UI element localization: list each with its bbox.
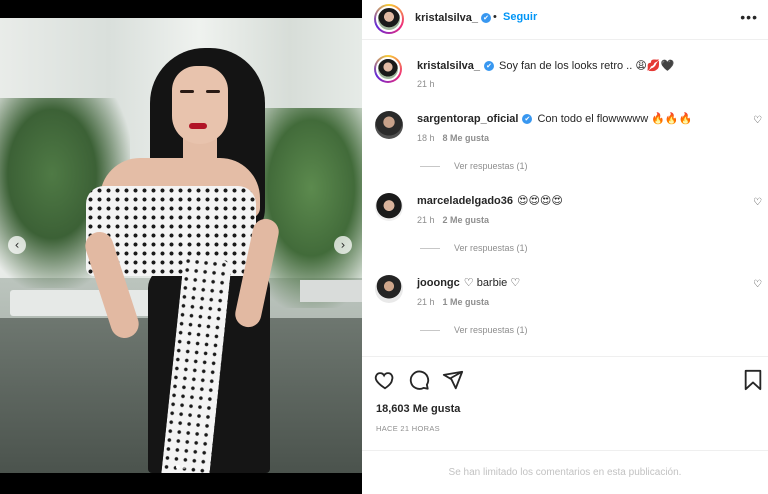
view-replies-button[interactable]: Ver respuestas (1) (420, 161, 528, 171)
author-username-text[interactable]: kristalsilva_ (415, 12, 478, 24)
view-replies-label[interactable]: Ver respuestas (1) (454, 325, 528, 335)
comment-text: Con todo el flowwwww 🔥🔥🔥 (537, 113, 693, 125)
comment-time: 21 h (417, 297, 435, 307)
post-media: ‹ › (0, 0, 362, 494)
comment-text: ♡ barbie ♡ (463, 277, 521, 289)
comment-likes[interactable]: 8 Me gusta (443, 133, 490, 143)
view-replies-button[interactable]: Ver respuestas (1) (420, 325, 528, 335)
heart-icon[interactable] (374, 369, 396, 391)
comment-avatar[interactable] (375, 275, 403, 303)
caption-text: Soy fan de los looks retro .. (499, 60, 633, 72)
view-replies-label[interactable]: Ver respuestas (1) (454, 243, 528, 253)
author-username[interactable]: kristalsilva_ ✔ (415, 12, 491, 24)
post-photo[interactable] (0, 18, 362, 473)
separator-dot: • (493, 11, 497, 23)
bookmark-icon[interactable] (742, 369, 764, 391)
replies-line (420, 248, 440, 250)
comment-meta: 21 h 1 Me gusta (417, 297, 489, 307)
view-replies-button[interactable]: Ver respuestas (1) (420, 243, 528, 253)
comment-text-row: jooongc ♡ barbie ♡ (417, 276, 520, 289)
comments-limited-notice: Se han limitado los comentarios en esta … (362, 450, 768, 494)
verified-badge-icon: ✔ (522, 114, 533, 125)
post-header: kristalsilva_ ✔ • Seguir ••• (362, 0, 768, 40)
comments-list[interactable]: kristalsilva_ ✔ Soy fan de los looks retro… (362, 41, 768, 356)
likes-count[interactable]: 18,603 Me gusta (376, 403, 460, 415)
caption-emoji: 😩💋🖤 (635, 60, 675, 72)
carousel-next-button[interactable]: › (334, 236, 352, 254)
comment-time: 21 h (417, 215, 435, 225)
verified-badge-icon: ✔ (481, 13, 491, 24)
comment-text: 😍😍😍😍 (517, 195, 563, 207)
replies-line (420, 330, 440, 332)
carousel-dot (176, 465, 180, 469)
post-timestamp: HACE 21 HORAS (376, 424, 440, 433)
comment-likes[interactable]: 2 Me gusta (443, 215, 490, 225)
comment-like-heart-icon[interactable]: ♡ (753, 279, 762, 290)
comment-username[interactable]: sargentorap_oficial (417, 113, 518, 125)
follow-button[interactable]: Seguir (503, 11, 537, 23)
comment-username[interactable]: jooongc (417, 277, 460, 289)
comment-text-row: sargentorap_oficial ✔ Con todo el flowwwww… (417, 112, 692, 125)
comment-meta: 21 h 2 Me gusta (417, 215, 489, 225)
comment-username[interactable]: marceladelgado36 (417, 195, 513, 207)
comment-likes[interactable]: 1 Me gusta (443, 297, 490, 307)
comment-like-heart-icon[interactable]: ♡ (753, 197, 762, 208)
comment-avatar[interactable] (375, 111, 403, 139)
comment-avatar[interactable] (375, 193, 403, 221)
comment-time: 18 h (417, 133, 435, 143)
verified-badge-icon: ✔ (484, 61, 494, 72)
carousel-dots (0, 456, 362, 474)
post-panel: kristalsilva_ ✔ • Seguir ••• kristalsilva… (362, 0, 768, 494)
comment-meta: 18 h 8 Me gusta (417, 133, 489, 143)
caption: kristalsilva_ ✔ Soy fan de los looks retro… (417, 59, 674, 72)
comment-text-row: marceladelgado36 😍😍😍😍 (417, 194, 563, 207)
caption-avatar[interactable] (374, 55, 402, 83)
carousel-dot (182, 465, 186, 469)
share-icon[interactable] (442, 369, 464, 391)
carousel-prev-button[interactable]: ‹ (8, 236, 26, 254)
more-options-icon[interactable]: ••• (740, 9, 758, 25)
view-replies-label[interactable]: Ver respuestas (1) (454, 161, 528, 171)
author-avatar[interactable] (374, 4, 404, 34)
caption-username[interactable]: kristalsilva_ (417, 60, 480, 72)
post-actions: 18,603 Me gusta HACE 21 HORAS (362, 356, 768, 450)
comment-like-heart-icon[interactable]: ♡ (753, 115, 762, 126)
comment-icon[interactable] (408, 369, 430, 391)
caption-time: 21 h (417, 79, 435, 89)
replies-line (420, 166, 440, 168)
